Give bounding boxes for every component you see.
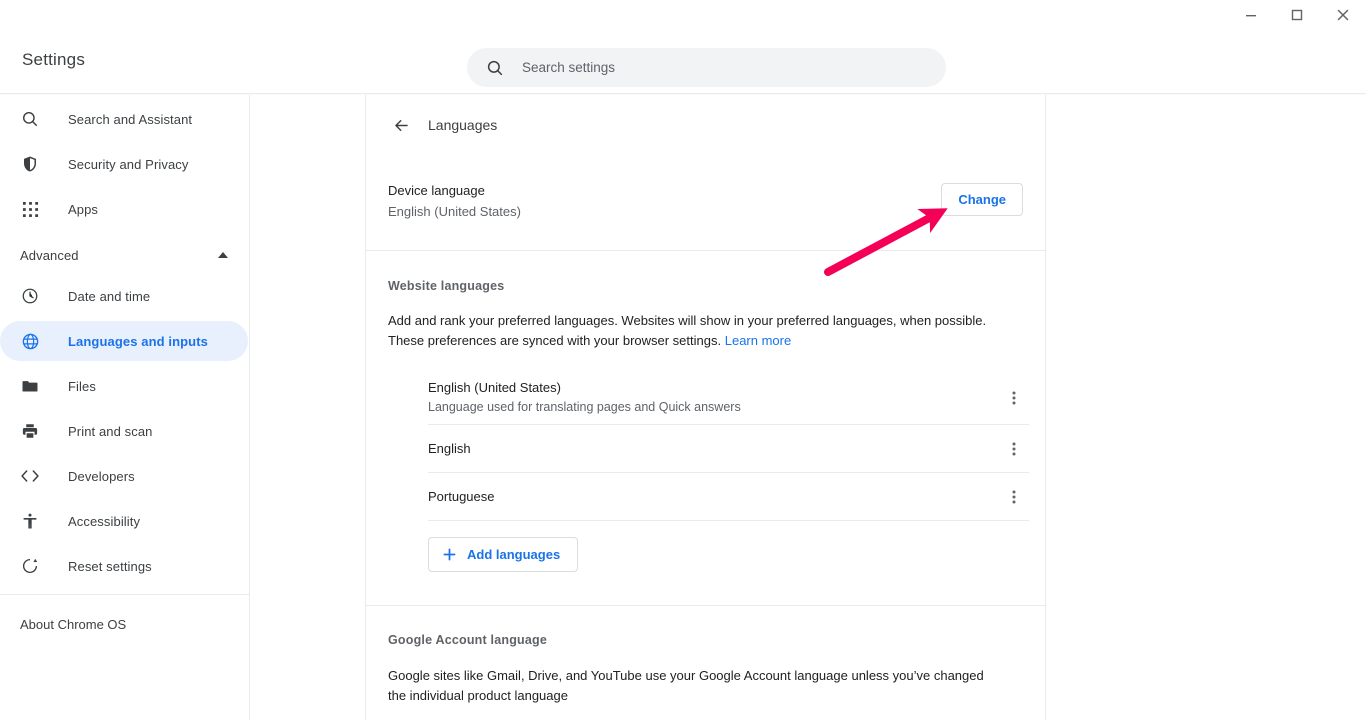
sidebar-item-label: About Chrome OS [20, 616, 127, 632]
search-icon [20, 109, 40, 129]
search-input[interactable] [522, 48, 902, 87]
globe-icon [20, 331, 40, 351]
add-languages-button[interactable]: Add languages [428, 537, 579, 572]
sidebar-divider [0, 594, 249, 595]
website-languages-section: Website languages Add and rank your pref… [366, 251, 1045, 605]
sidebar-item-label: Reset settings [68, 558, 152, 574]
website-languages-list: English (United States) Language used fo… [428, 371, 1029, 521]
website-languages-description: Add and rank your preferred languages. W… [388, 293, 1016, 351]
language-text: Portuguese [428, 480, 495, 514]
sidebar-item-languages-and-inputs[interactable]: Languages and inputs [0, 321, 248, 361]
sidebar-item-label: Print and scan [68, 423, 153, 439]
sidebar-item-accessibility[interactable]: Accessibility [0, 501, 249, 541]
sidebar-section-advanced[interactable]: Advanced [0, 235, 249, 275]
sidebar-item-label: Languages and inputs [68, 333, 208, 349]
sidebar-item-search-and-assistant[interactable]: Search and Assistant [0, 99, 249, 139]
device-language-section: Device language English (United States) … [366, 155, 1045, 250]
google-account-language-description: Google sites like Gmail, Drive, and YouT… [388, 668, 984, 703]
more-vert-icon [1006, 489, 1022, 505]
language-text: English (United States) Language used fo… [428, 371, 741, 424]
language-menu-button[interactable] [999, 434, 1029, 464]
sidebar-section-label: Advanced [20, 247, 79, 263]
accessibility-person-icon [20, 511, 40, 531]
settings-window: Settings Search and Assistant [0, 0, 1366, 720]
more-vert-icon [1006, 441, 1022, 457]
website-languages-heading: Website languages [388, 279, 505, 293]
code-brackets-icon [20, 466, 40, 486]
sidebar: Search and Assistant Security and Privac… [0, 95, 250, 720]
folder-icon [20, 376, 40, 396]
sidebar-item-about-chrome-os[interactable]: About Chrome OS [0, 604, 249, 644]
window-titlebar [0, 0, 1366, 30]
language-list-item[interactable]: English [428, 425, 1029, 473]
sidebar-item-files[interactable]: Files [0, 366, 249, 406]
learn-more-link[interactable]: Learn more [725, 333, 791, 348]
sidebar-item-developers[interactable]: Developers [0, 456, 249, 496]
device-language-value: English (United States) [388, 204, 521, 219]
back-button[interactable] [386, 110, 416, 140]
sidebar-item-reset-settings[interactable]: Reset settings [0, 546, 249, 586]
language-menu-button[interactable] [999, 482, 1029, 512]
sidebar-item-label: Files [68, 378, 96, 394]
sidebar-item-label: Apps [68, 201, 99, 217]
app-title: Settings [22, 50, 86, 69]
language-name: English (United States) [428, 380, 561, 395]
plus-icon [442, 547, 457, 562]
apps-grid-icon [20, 199, 40, 219]
language-list-item[interactable]: English (United States) Language used fo… [428, 371, 1029, 425]
language-text: English [428, 432, 471, 466]
more-vert-icon [1006, 390, 1022, 406]
chevron-up-icon [217, 251, 229, 259]
page-title: Languages [428, 117, 498, 133]
reset-clockwise-icon [20, 556, 40, 576]
language-subtitle: Language used for translating pages and … [428, 400, 741, 414]
google-account-language-heading: Google Account language [388, 633, 548, 647]
sidebar-item-label: Search and Assistant [68, 111, 193, 127]
sidebar-item-print-and-scan[interactable]: Print and scan [0, 411, 249, 451]
sidebar-item-label: Security and Privacy [68, 156, 189, 172]
language-name: English [428, 440, 471, 456]
sidebar-item-apps[interactable]: Apps [0, 189, 249, 229]
change-device-language-button[interactable]: Change [941, 183, 1023, 216]
clock-icon [20, 286, 40, 306]
printer-icon [20, 421, 40, 441]
language-menu-button[interactable] [999, 383, 1029, 413]
minimize-button[interactable] [1228, 0, 1274, 30]
maximize-button[interactable] [1274, 0, 1320, 30]
search-bar[interactable] [467, 48, 946, 87]
website-languages-description-text: Add and rank your preferred languages. W… [388, 313, 987, 348]
sidebar-item-date-and-time[interactable]: Date and time [0, 276, 249, 316]
language-list-item[interactable]: Portuguese [428, 473, 1029, 521]
add-languages-label: Add languages [467, 547, 561, 562]
device-language-label: Device language [388, 183, 485, 198]
sidebar-item-label: Accessibility [68, 513, 141, 529]
sidebar-item-label: Developers [68, 468, 135, 484]
arrow-left-icon [392, 116, 411, 135]
page-header: Languages [366, 95, 1045, 155]
search-icon [485, 58, 505, 78]
close-button[interactable] [1320, 0, 1366, 30]
language-name: Portuguese [428, 488, 495, 504]
settings-card: Languages Device language English (Unite… [365, 95, 1046, 720]
device-language-row: Device language English (United States) … [388, 155, 1023, 250]
shield-icon [20, 154, 40, 174]
device-language-text: Device language English (United States) [388, 181, 521, 222]
sidebar-item-security-and-privacy[interactable]: Security and Privacy [0, 144, 249, 184]
main-content-area: Languages Device language English (Unite… [250, 95, 1366, 720]
sidebar-item-label: Date and time [68, 288, 151, 304]
google-account-language-section: Google Account language Google sites lik… [366, 606, 1045, 706]
settings-body: Search and Assistant Security and Privac… [0, 95, 1366, 720]
